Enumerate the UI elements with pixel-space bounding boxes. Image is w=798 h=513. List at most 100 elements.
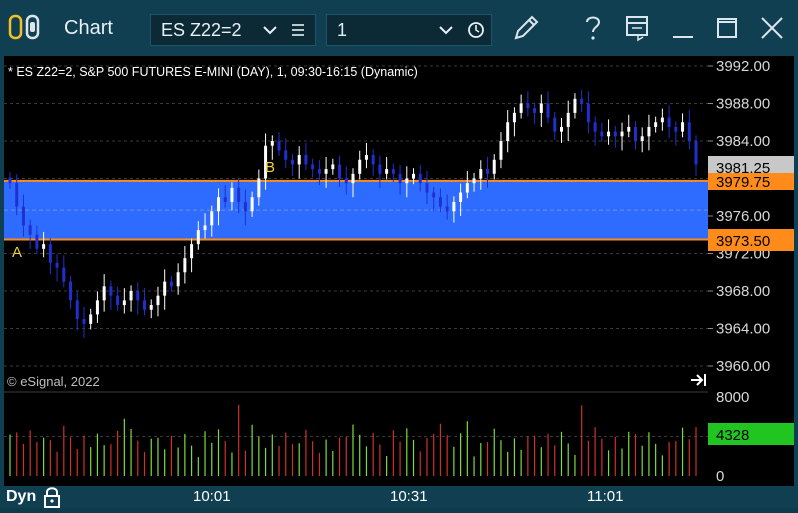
candle-body <box>351 173 355 184</box>
candle-body <box>169 281 173 287</box>
candle-body <box>465 183 469 193</box>
panel-icon[interactable] <box>624 14 652 47</box>
band-lower-label: 3973.50 <box>716 233 770 250</box>
candle-body <box>681 122 685 132</box>
window-title: Chart <box>64 17 113 39</box>
candle-body <box>75 300 79 320</box>
candle-body <box>398 173 402 184</box>
candle-body <box>667 117 671 127</box>
candle-body <box>385 169 389 174</box>
list-icon[interactable] <box>291 15 305 54</box>
candle-body <box>694 141 698 165</box>
volume-tick-label: 0 <box>716 468 724 485</box>
candle-body <box>102 286 106 301</box>
price-axis[interactable]: 3992.003988.003984.003980.003976.003972.… <box>708 56 794 486</box>
candle-body <box>526 103 530 109</box>
candle-body <box>223 197 227 202</box>
candle-body <box>304 155 308 165</box>
candle-body <box>486 169 490 174</box>
price-tick-label: 3984.00 <box>716 133 770 150</box>
candle-body <box>216 197 220 212</box>
symbol-selector[interactable]: ES Z22=2 <box>150 14 316 46</box>
time-label: 11:01 <box>587 488 624 505</box>
candle-body <box>519 103 523 113</box>
time-label: 10:01 <box>193 488 231 505</box>
candle-body <box>69 281 73 301</box>
candle-body <box>15 183 19 207</box>
candle-body <box>660 117 664 123</box>
candle-body <box>425 183 429 193</box>
candle-body <box>230 187 234 202</box>
price-tick-label: 3968.00 <box>716 283 770 300</box>
candle-body <box>687 122 691 141</box>
chart-window: Chart ES Z22=2 1 * ES Z22=2, S&P 500 FUT… <box>0 0 798 508</box>
price-tick-label: 3976.00 <box>716 208 770 225</box>
candle-body <box>270 141 274 146</box>
candle-body <box>129 291 133 301</box>
candle-body <box>627 126 631 132</box>
candle-body <box>156 295 160 306</box>
pencil-icon[interactable] <box>510 12 542 49</box>
candle-body <box>243 201 247 212</box>
close-icon[interactable] <box>758 14 786 47</box>
candle-body <box>640 136 644 141</box>
volume-bars <box>9 404 697 476</box>
title-bar: Chart ES Z22=2 1 <box>0 0 798 56</box>
band-upper-label: 3979.75 <box>716 174 770 191</box>
candle-body <box>89 314 93 324</box>
symbol-value: ES Z22=2 <box>161 20 242 40</box>
dynamic-mode-label[interactable]: Dyn <box>6 488 36 506</box>
volume-last-label: 4328 <box>716 427 749 444</box>
maximize-icon[interactable] <box>714 14 740 47</box>
minimize-icon[interactable] <box>670 14 696 47</box>
candle-body <box>479 169 483 179</box>
candle-body <box>418 173 422 184</box>
candle-body <box>42 244 46 249</box>
candle-body <box>257 178 261 198</box>
chevron-down-icon <box>263 15 277 54</box>
candle-body <box>459 192 463 202</box>
time-label: 10:31 <box>390 488 428 505</box>
help-icon[interactable] <box>580 12 606 49</box>
candle-body <box>203 225 207 231</box>
candle-body <box>371 155 375 165</box>
candle-body <box>82 319 86 324</box>
interval-selector[interactable]: 1 <box>326 14 492 46</box>
candle-body <box>284 150 288 160</box>
candle-body <box>149 305 153 310</box>
lock-icon[interactable] <box>42 486 62 513</box>
candle-body <box>116 295 120 306</box>
candle-body <box>8 177 12 184</box>
candle-body <box>35 234 39 249</box>
volume-last-marker: 4328 <box>708 423 794 445</box>
candle-body <box>311 164 315 170</box>
candle-body <box>620 131 624 137</box>
price-tick-label: 3960.00 <box>716 358 770 375</box>
candle-body <box>600 131 604 137</box>
chart-area[interactable]: * ES Z22=2, S&P 500 FUTURES E-MINI (DAY)… <box>4 56 708 486</box>
scroll-to-end-icon[interactable] <box>691 374 706 386</box>
candle-body <box>324 169 328 174</box>
candle-body <box>573 98 577 113</box>
candle-body <box>654 122 658 127</box>
candle-body <box>136 291 140 301</box>
candle-body <box>109 286 113 296</box>
marker-a: A <box>12 244 22 261</box>
candle-body <box>48 244 52 263</box>
candle-body <box>674 126 678 132</box>
candle-body <box>539 103 543 113</box>
volume-tick-label: 8000 <box>716 389 749 406</box>
clock-icon[interactable] <box>467 15 485 54</box>
candle-body <box>358 159 362 174</box>
candle-body <box>607 131 611 137</box>
candle-body <box>499 141 503 160</box>
candle-body <box>331 164 335 170</box>
candle-body <box>566 112 570 127</box>
band-upper-marker: 3979.75 <box>708 173 794 191</box>
candle-body <box>452 201 456 212</box>
candle-body <box>277 141 281 151</box>
candle-body <box>95 300 99 315</box>
candle-body <box>190 244 194 259</box>
chart-app-icon <box>8 14 52 45</box>
candle-body <box>163 281 167 296</box>
